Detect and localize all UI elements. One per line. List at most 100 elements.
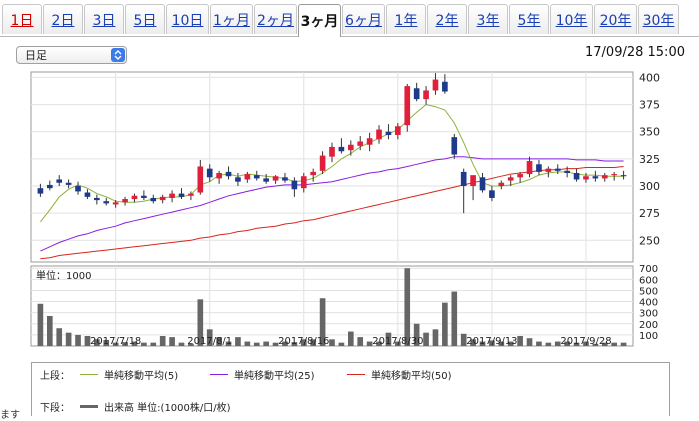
candle-body bbox=[178, 193, 185, 197]
price-tick-label: 250 bbox=[639, 234, 660, 247]
candle-body bbox=[253, 175, 260, 179]
candle-body bbox=[601, 175, 608, 179]
candle-body bbox=[235, 177, 241, 182]
legend-ma5: 単純移動平均(5) bbox=[80, 367, 178, 382]
legend-ma50-swatch bbox=[347, 374, 365, 375]
volume-bar bbox=[545, 342, 552, 346]
candle-body bbox=[282, 177, 288, 181]
candle-body bbox=[507, 177, 514, 181]
candle-body bbox=[432, 79, 439, 91]
candle-body bbox=[451, 137, 458, 155]
candle-body bbox=[545, 168, 552, 172]
volume-bar bbox=[423, 332, 429, 346]
candle-body bbox=[470, 175, 476, 186]
legend-ma25-swatch bbox=[210, 374, 228, 375]
candle-body bbox=[263, 178, 269, 182]
volume-bar bbox=[253, 342, 260, 346]
candle-body bbox=[197, 166, 204, 193]
candle-body bbox=[347, 144, 354, 151]
candle-body bbox=[592, 176, 599, 179]
candle-body bbox=[357, 141, 364, 146]
candle-body bbox=[150, 197, 157, 202]
candle-body bbox=[526, 161, 533, 175]
volume-bar bbox=[536, 341, 542, 346]
candle-body bbox=[272, 176, 279, 181]
candle-body bbox=[37, 188, 44, 194]
volume-tick-label: 100 bbox=[639, 331, 658, 342]
legend-upper-text: 上段： bbox=[40, 371, 70, 382]
candle-body bbox=[206, 168, 213, 178]
candle-body bbox=[310, 171, 317, 176]
legend-volume-label: 出来高 単位:(1000株/口/枚) bbox=[104, 403, 231, 414]
candle-body bbox=[56, 179, 63, 183]
candle-body bbox=[366, 138, 373, 145]
candle-body bbox=[460, 171, 467, 186]
volume-bar bbox=[178, 342, 185, 346]
volume-bar bbox=[56, 328, 63, 346]
legend-lower-label: 下段： bbox=[40, 399, 70, 414]
legend-upper-label: 上段： bbox=[40, 367, 70, 382]
volume-tick-label: 300 bbox=[639, 309, 658, 320]
legend-ma25: 単純移動平均(25) bbox=[210, 367, 315, 382]
volume-bar bbox=[442, 302, 448, 346]
candle-body bbox=[291, 180, 298, 190]
price-tick-label: 350 bbox=[639, 126, 660, 139]
candle-body bbox=[188, 193, 194, 196]
volume-tick-label: 400 bbox=[639, 298, 658, 309]
legend-volume-swatch bbox=[80, 405, 98, 408]
date-tick-label: 2017/7/18 bbox=[90, 336, 141, 347]
volume-unit-label: 単位：1000 bbox=[36, 269, 91, 282]
candle-body bbox=[169, 193, 175, 198]
candle-body bbox=[498, 182, 505, 186]
candle-body bbox=[611, 174, 618, 176]
candle-body bbox=[489, 190, 495, 198]
volume-tick-label: 700 bbox=[639, 264, 658, 275]
candle-body bbox=[564, 170, 570, 173]
candle-body bbox=[159, 196, 166, 201]
volume-tick-label: 200 bbox=[639, 320, 658, 331]
legend-volume: 出来高 単位:(1000株/口/枚) bbox=[80, 399, 231, 414]
candle-body bbox=[131, 195, 138, 200]
cutoff-text: ます bbox=[0, 410, 20, 421]
candle-body bbox=[103, 201, 110, 204]
candle-body bbox=[573, 172, 580, 180]
date-tick-label: 2017/9/13 bbox=[466, 336, 517, 347]
candle-body bbox=[112, 202, 119, 205]
candle-body bbox=[423, 90, 429, 100]
volume-bar bbox=[517, 336, 523, 346]
candle-body bbox=[376, 129, 382, 140]
volume-bar bbox=[329, 339, 335, 346]
date-tick-label: 2017/8/16 bbox=[278, 336, 329, 347]
candle-body bbox=[620, 175, 627, 177]
price-tick-label: 275 bbox=[639, 207, 660, 220]
volume-tick-label: 500 bbox=[639, 286, 658, 297]
volume-bar bbox=[244, 341, 251, 346]
candle-body bbox=[216, 172, 222, 179]
candle-body bbox=[122, 199, 128, 203]
date-tick-label: 2017/9/28 bbox=[560, 336, 611, 347]
candle-body bbox=[583, 176, 589, 180]
legend-ma25-label: 単純移動平均(25) bbox=[234, 371, 315, 382]
candle-body bbox=[84, 192, 91, 197]
candle-body bbox=[385, 131, 392, 135]
candle-body bbox=[536, 164, 542, 172]
volume-bar bbox=[169, 337, 175, 346]
date-tick-label: 2017/8/30 bbox=[372, 336, 423, 347]
volume-bar bbox=[432, 329, 439, 346]
candle-body bbox=[395, 126, 401, 135]
candle-body bbox=[65, 182, 72, 185]
candle-body bbox=[413, 88, 420, 100]
volume-panel-frame bbox=[30, 265, 634, 347]
date-tick-label: 2017/8/1 bbox=[187, 336, 232, 347]
candle-body bbox=[141, 195, 147, 198]
legend-ma5-swatch bbox=[80, 374, 98, 375]
volume-bar bbox=[37, 303, 44, 346]
candle-body bbox=[300, 176, 307, 189]
volume-bar bbox=[404, 268, 411, 346]
candle-body bbox=[554, 168, 561, 171]
volume-bar bbox=[611, 342, 618, 346]
volume-bar bbox=[526, 338, 533, 346]
volume-bar bbox=[141, 342, 147, 346]
candle-body bbox=[225, 171, 232, 177]
legend-panel: 上段： 単純移動平均(5) 単純移動平均(25) 単純移動平均(50) 下段： … bbox=[31, 362, 670, 416]
